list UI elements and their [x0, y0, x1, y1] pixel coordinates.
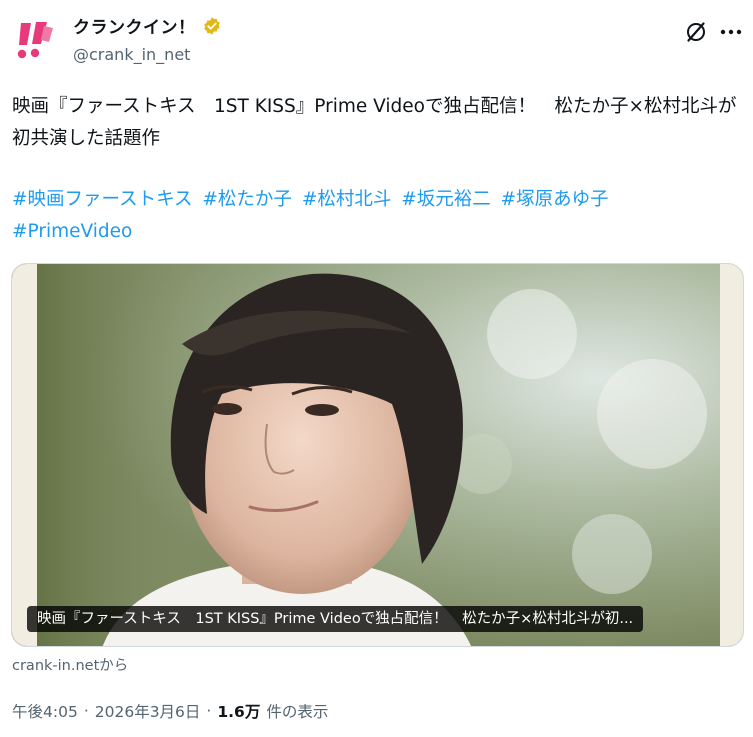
- verified-badge-icon: [202, 16, 222, 36]
- post-time[interactable]: 午後4:05: [12, 700, 78, 722]
- meta-separator: ·: [83, 702, 89, 720]
- post-date[interactable]: 2026年3月6日: [95, 700, 201, 722]
- grok-icon[interactable]: [684, 20, 708, 44]
- view-count-label: 件の表示: [266, 703, 329, 721]
- hashtag-link[interactable]: #塚原あゆ子: [501, 189, 609, 210]
- hashtag-list: #映画ファーストキス #松たか子 #松村北斗 #坂元裕二 #塚原あゆ子 #Pri…: [12, 184, 742, 248]
- hashtag-link[interactable]: #PrimeVideo: [12, 221, 132, 242]
- name-row: クランクイン！: [73, 13, 222, 38]
- card-title: 映画『ファーストキス 1ST KISS』Prime Videoで独占配信！ 松た…: [27, 606, 644, 632]
- post-meta: 午後4:05 · 2026年3月6日 · 1.6万 件の表示: [12, 700, 328, 722]
- display-name[interactable]: クランクイン！: [73, 13, 196, 38]
- post-text: 映画『ファーストキス 1ST KISS』Prime Videoで独占配信！ 松た…: [12, 96, 737, 149]
- avatar[interactable]: [10, 14, 60, 64]
- view-count: 1.6万: [217, 703, 261, 721]
- user-handle[interactable]: @crank_in_net: [73, 45, 190, 64]
- hashtag-link[interactable]: #松たか子: [202, 189, 292, 210]
- card-image: [12, 264, 743, 646]
- card-source-link[interactable]: crank-in.netから: [12, 654, 128, 675]
- post-header: クランクイン！ @crank_in_net: [0, 0, 753, 80]
- crankin-logo-icon: [10, 14, 60, 64]
- hashtag-link[interactable]: #映画ファーストキス: [12, 189, 193, 210]
- link-card[interactable]: 映画『ファーストキス 1ST KISS』Prime Videoで独占配信！ 松た…: [11, 263, 744, 647]
- hashtag-link[interactable]: #坂元裕二: [401, 189, 491, 210]
- meta-separator: ·: [206, 702, 212, 720]
- hashtag-link[interactable]: #松村北斗: [302, 189, 392, 210]
- more-icon[interactable]: [717, 20, 745, 44]
